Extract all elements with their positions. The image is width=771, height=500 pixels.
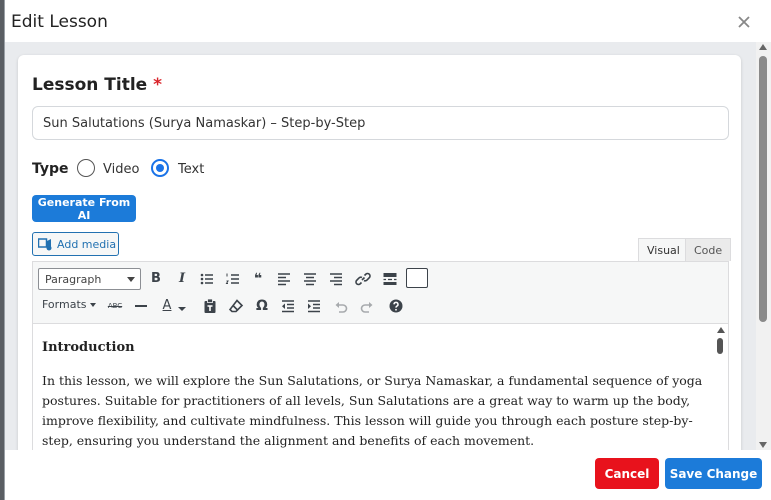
add-media-icon — [38, 238, 52, 251]
content-paragraph: In this lesson, we will explore the Sun … — [42, 373, 703, 448]
scroll-up-icon[interactable] — [717, 327, 725, 333]
modal-footer: Cancel Save Change — [5, 450, 771, 500]
toolbar-toggle-icon[interactable] — [406, 268, 428, 288]
clear-formatting-icon[interactable] — [226, 296, 246, 316]
help-icon[interactable] — [386, 296, 406, 316]
read-more-icon[interactable] — [380, 269, 400, 289]
editor-content[interactable]: Introduction In this lesson, we will exp… — [33, 324, 728, 450]
type-video-radio[interactable] — [77, 159, 95, 177]
horizontal-line-icon[interactable] — [131, 296, 151, 316]
generate-from-ai-button[interactable]: Generate From AI — [32, 195, 136, 222]
undo-icon[interactable] — [331, 296, 351, 316]
italic-icon[interactable]: I — [172, 269, 192, 289]
lesson-form-card: Lesson Title * Type Video Text Generate … — [18, 55, 741, 450]
modal-title: Edit Lesson — [11, 12, 108, 32]
special-character-icon[interactable]: Ω — [252, 296, 272, 316]
type-label: Type — [32, 161, 69, 177]
add-media-label: Add media — [57, 237, 117, 251]
add-media-button[interactable]: Add media — [32, 232, 119, 256]
text-color-icon[interactable]: A — [157, 296, 177, 316]
tab-code[interactable]: Code — [685, 238, 732, 261]
lesson-title-input[interactable] — [32, 106, 729, 140]
text-color-dropdown[interactable] — [177, 298, 187, 318]
rich-text-editor: Paragraph B I ❝ Formats ABC A Ω Introduc… — [32, 261, 729, 450]
align-left-icon[interactable] — [274, 269, 294, 289]
numbered-list-icon[interactable] — [223, 269, 243, 289]
indent-icon[interactable] — [304, 296, 324, 316]
chevron-down-icon — [127, 277, 135, 282]
lesson-title-label: Lesson Title * — [32, 75, 163, 95]
blockquote-icon[interactable]: ❝ — [248, 269, 268, 289]
modal-scrollbar[interactable] — [756, 42, 771, 450]
paragraph-format-select[interactable]: Paragraph — [38, 268, 141, 290]
tab-visual[interactable]: Visual — [638, 238, 689, 261]
edit-lesson-modal: Edit Lesson Lesson Title * Type Video Te… — [4, 0, 771, 500]
type-video-label[interactable]: Video — [103, 162, 139, 177]
link-icon[interactable] — [353, 269, 373, 289]
close-icon[interactable] — [736, 14, 752, 30]
formats-menu[interactable]: Formats — [42, 298, 96, 311]
scroll-down-icon[interactable] — [759, 442, 767, 448]
content-heading: Introduction — [42, 340, 135, 355]
align-center-icon[interactable] — [300, 269, 320, 289]
scroll-up-icon[interactable] — [759, 44, 767, 50]
required-marker: * — [153, 75, 163, 95]
bold-icon[interactable]: B — [146, 269, 166, 289]
redo-icon[interactable] — [357, 296, 377, 316]
editor-scrollbar[interactable] — [715, 324, 727, 450]
align-right-icon[interactable] — [326, 269, 346, 289]
paste-text-icon[interactable] — [200, 296, 220, 316]
bullet-list-icon[interactable] — [197, 269, 217, 289]
modal-header: Edit Lesson — [5, 0, 771, 42]
outdent-icon[interactable] — [278, 296, 298, 316]
editor-toolbar: Paragraph B I ❝ Formats ABC A Ω — [33, 262, 728, 324]
save-change-button[interactable]: Save Change — [665, 458, 762, 489]
type-text-radio[interactable] — [151, 159, 169, 177]
editor-scroll-thumb[interactable] — [717, 338, 723, 354]
modal-body: Lesson Title * Type Video Text Generate … — [5, 42, 757, 450]
modal-scroll-thumb[interactable] — [759, 56, 767, 322]
strikethrough-icon[interactable]: ABC — [105, 296, 125, 316]
chevron-down-icon — [89, 303, 96, 307]
type-text-label[interactable]: Text — [178, 162, 204, 177]
cancel-button[interactable]: Cancel — [595, 458, 659, 489]
